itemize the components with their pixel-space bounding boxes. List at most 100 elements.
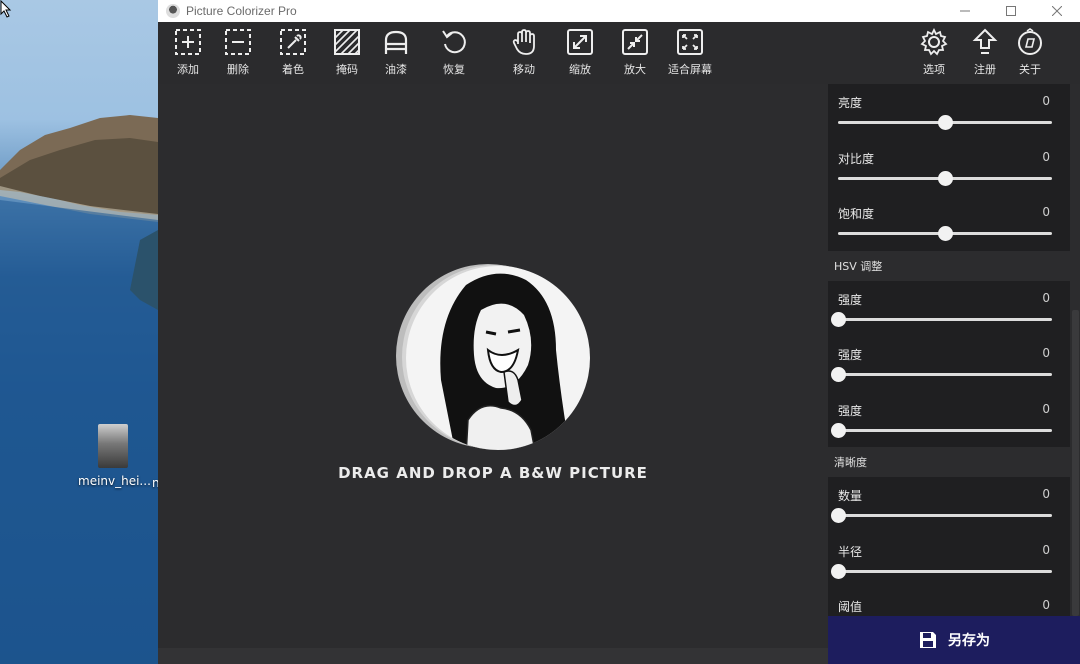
slider-value: 0: [1042, 205, 1050, 219]
slider-row: 亮度 0: [828, 84, 1070, 140]
slider-label: 亮度: [838, 96, 863, 110]
floppy-disk-icon: [920, 632, 936, 648]
mask-icon: [334, 29, 360, 55]
slider-label: 对比度: [838, 151, 875, 166]
panel-scrollbar[interactable]: [1070, 84, 1080, 616]
mask-button[interactable]: 掩码: [319, 28, 375, 77]
slider-row: 饱和度 0: [828, 195, 1070, 251]
slider-row: 数量 0: [828, 477, 1070, 533]
hand-icon: [512, 29, 535, 55]
drop-hint-text: DRAG AND DROP A B&W PICTURE: [338, 464, 648, 482]
status-strip: [158, 648, 828, 664]
slider-thumb[interactable]: [937, 170, 953, 186]
fit-screen-label: 适合屏幕: [668, 63, 712, 76]
gear-icon: [920, 28, 948, 56]
sharpness-adjust-group: 数量 0 半径 0 阈值 0: [828, 477, 1070, 616]
about-button[interactable]: 关于: [1002, 28, 1058, 77]
zoom-in-button[interactable]: 放大: [607, 28, 663, 77]
slider-label: 阈值: [838, 600, 863, 614]
slider-track[interactable]: [838, 428, 1052, 432]
slider-value: 0: [1042, 487, 1050, 501]
remove-label: 删除: [227, 63, 249, 76]
save-as-label: 另存为: [948, 633, 990, 649]
maximize-button[interactable]: [988, 0, 1034, 22]
slider-row: 强度 0: [828, 281, 1070, 337]
minimize-icon: [960, 10, 970, 12]
scale-label: 缩放: [569, 63, 591, 76]
app-window: Picture Colorizer Pro 添加 删除 着色 掩码 油漆 恢复 …: [158, 0, 1080, 664]
options-button[interactable]: 选项: [906, 28, 962, 77]
paint-label: 油漆: [385, 63, 407, 76]
slider-value: 0: [1042, 542, 1050, 557]
remove-icon: [225, 29, 251, 55]
slider-label: 半径: [838, 544, 863, 559]
zoom-in-label: 放大: [624, 63, 646, 76]
adjustment-panel: 亮度 0 对比度 0 饱和度 0 HSV 调整 强度 0 强度 0 强度 0 清…: [828, 84, 1080, 616]
slider-row: 强度 0: [828, 392, 1070, 448]
minimize-button[interactable]: [942, 0, 988, 22]
slider-thumb[interactable]: [830, 311, 846, 327]
slider-thumb[interactable]: [937, 226, 953, 241]
move-label: 移动: [513, 63, 535, 76]
mouse-cursor: [0, 0, 12, 18]
slider-track[interactable]: [838, 317, 1052, 321]
slider-row: 强度 0: [828, 336, 1070, 392]
slider-thumb[interactable]: [830, 367, 846, 382]
fit-screen-button[interactable]: 适合屏幕: [662, 28, 718, 77]
expand-icon: [567, 29, 593, 55]
desktop-file-icon[interactable]: meinv_hei...: [78, 424, 151, 488]
slider-thumb[interactable]: [937, 115, 953, 130]
restore-button[interactable]: 恢复: [426, 28, 482, 77]
hsv-adjust-group: 强度 0 强度 0 强度 0: [828, 280, 1070, 448]
maximize-icon: [1006, 6, 1016, 16]
paint-icon: [384, 30, 408, 54]
mask-label: 掩码: [336, 63, 358, 76]
slider-label: 强度: [838, 348, 863, 362]
add-label: 添加: [177, 63, 199, 76]
scale-button[interactable]: 缩放: [552, 28, 608, 77]
placeholder-portrait: [396, 264, 590, 450]
slider-value: 0: [1042, 94, 1050, 108]
slider-thumb[interactable]: [830, 508, 846, 523]
slider-value: 0: [1042, 401, 1050, 416]
slider-label: 数量: [838, 489, 863, 503]
add-button[interactable]: 添加: [160, 28, 216, 77]
toolbar: 添加 删除 着色 掩码 油漆 恢复 移动 缩放 放大 适合屏幕 选项 注册 关于: [158, 22, 1080, 84]
slider-track[interactable]: [838, 514, 1052, 517]
remove-button[interactable]: 删除: [210, 28, 266, 77]
slider-value: 0: [1042, 149, 1050, 164]
slider-label: 强度: [838, 403, 863, 418]
close-button[interactable]: [1034, 0, 1080, 22]
drop-canvas[interactable]: DRAG AND DROP A B&W PICTURE: [158, 84, 828, 648]
slider-track[interactable]: [838, 373, 1052, 376]
slider-value: 0: [1042, 346, 1050, 360]
options-label: 选项: [923, 63, 945, 76]
colorize-button[interactable]: 着色: [265, 28, 321, 77]
about-label: 关于: [1019, 63, 1041, 76]
upload-arrow-icon: [972, 28, 998, 54]
save-as-button[interactable]: 另存为: [828, 616, 1080, 664]
move-button[interactable]: 移动: [496, 28, 552, 77]
slider-thumb[interactable]: [830, 422, 846, 438]
colorize-label: 着色: [282, 63, 304, 76]
desktop-file-label: meinv_hei...: [78, 474, 151, 488]
slider-track[interactable]: [838, 569, 1052, 573]
scrollbar-thumb[interactable]: [1072, 310, 1079, 616]
restore-label: 恢复: [443, 63, 465, 76]
slider-thumb[interactable]: [830, 563, 846, 579]
zoom-in-icon: [622, 29, 648, 55]
window-title: Picture Colorizer Pro: [186, 4, 297, 18]
slider-row: 对比度 0: [828, 140, 1070, 196]
add-icon: [175, 29, 201, 55]
paint-button[interactable]: 油漆: [368, 28, 424, 77]
sharpness-section-title: 清晰度: [828, 447, 1070, 477]
slider-value: 0: [1042, 290, 1050, 305]
slider-row: 阈值 0: [828, 588, 1070, 616]
close-icon: [1052, 6, 1062, 16]
desktop-wallpaper: meinv_hei...: [0, 0, 158, 664]
slider-label: 强度: [838, 292, 863, 307]
hsv-section-title: HSV 调整: [828, 250, 1070, 281]
app-logo-icon: [166, 4, 180, 18]
dropper-icon: [280, 29, 306, 55]
image-thumbnail: [98, 424, 128, 468]
